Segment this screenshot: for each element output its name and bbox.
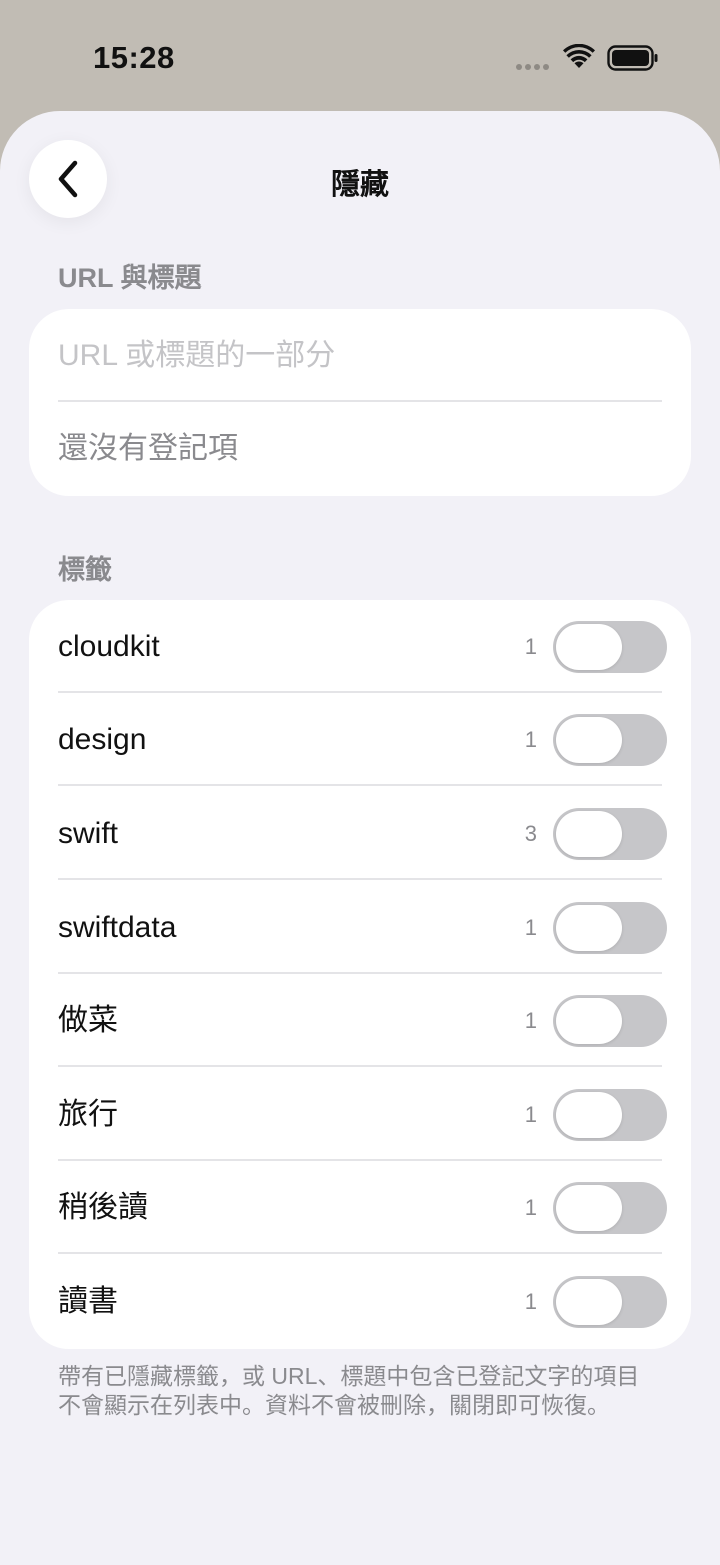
tag-count: 1 [524,727,537,752]
wifi-icon [563,44,595,68]
tag-count: 1 [524,1102,537,1127]
tag-label: 做菜 [58,1004,118,1037]
divider [58,1065,662,1067]
toggle-knob [556,717,622,763]
tag-row-travel: 旅行 1 [29,1068,691,1161]
hide-tag-toggle[interactable] [553,1276,667,1328]
url-title-input[interactable] [58,309,662,402]
tags-section-header: 標籤 [58,555,112,585]
footer-note: 帶有已隱藏標籤，或 URL、標題中包含已登記文字的項目 不會顯示在列表中。資料不… [58,1362,668,1420]
hide-tag-toggle[interactable] [553,1089,667,1141]
tag-row-swiftdata: swiftdata 1 [29,881,691,974]
status-bar: 15:28 [0,0,720,111]
hide-tag-toggle[interactable] [553,1182,667,1234]
tag-row-reading: 讀書 1 [29,1255,691,1348]
status-time: 15:28 [93,40,175,75]
toggle-knob [556,811,622,857]
toggle-knob [556,998,622,1044]
toggle-knob [556,624,622,670]
signal-dots-icon [516,64,549,70]
empty-state-row: 還沒有登記項 [29,402,691,495]
url-section-header: URL 與標題 [58,263,202,293]
tag-label: swift [58,817,118,850]
tag-label: 稍後讀 [58,1191,148,1224]
url-card: 還沒有登記項 [29,309,691,496]
tag-label: 讀書 [58,1285,118,1318]
tag-count: 1 [524,1289,537,1314]
tag-count: 3 [524,821,537,846]
divider [58,878,662,880]
tag-count: 1 [524,634,537,659]
footer-note-line: 帶有已隱藏標籤，或 URL、標題中包含已登記文字的項目 [58,1363,640,1389]
tag-row-design: design 1 [29,693,691,786]
empty-state-text: 還沒有登記項 [58,432,238,465]
toggle-knob [556,1279,622,1325]
footer-note-line: 不會顯示在列表中。資料不會被刪除，關閉即可恢復。 [58,1392,610,1418]
tag-count: 1 [524,915,537,940]
tags-card: cloudkit 1 design 1 swift 3 swiftdata 1 … [29,600,691,1349]
tag-count: 1 [524,1008,537,1033]
tag-row-cloudkit: cloudkit 1 [29,600,691,693]
tag-label: 旅行 [58,1098,118,1131]
toggle-knob [556,905,622,951]
page-title: 隱藏 [330,169,389,201]
divider [58,784,662,786]
tag-label: cloudkit [58,630,160,663]
tag-row-swift: swift 3 [29,787,691,880]
hide-tag-toggle[interactable] [553,808,667,860]
tag-count: 1 [524,1195,537,1220]
tag-label: swiftdata [58,911,177,944]
tag-row-read-later: 稍後讀 1 [29,1161,691,1254]
toggle-knob [556,1092,622,1138]
url-input-row [29,309,691,402]
battery-icon [607,45,658,71]
toggle-knob [556,1185,622,1231]
hide-tag-toggle[interactable] [553,995,667,1047]
hide-tag-toggle[interactable] [553,714,667,766]
hide-tag-toggle[interactable] [553,621,667,673]
tag-row-cooking: 做菜 1 [29,974,691,1067]
divider [58,1252,662,1254]
tag-label: design [58,723,147,756]
hide-tag-toggle[interactable] [553,902,667,954]
